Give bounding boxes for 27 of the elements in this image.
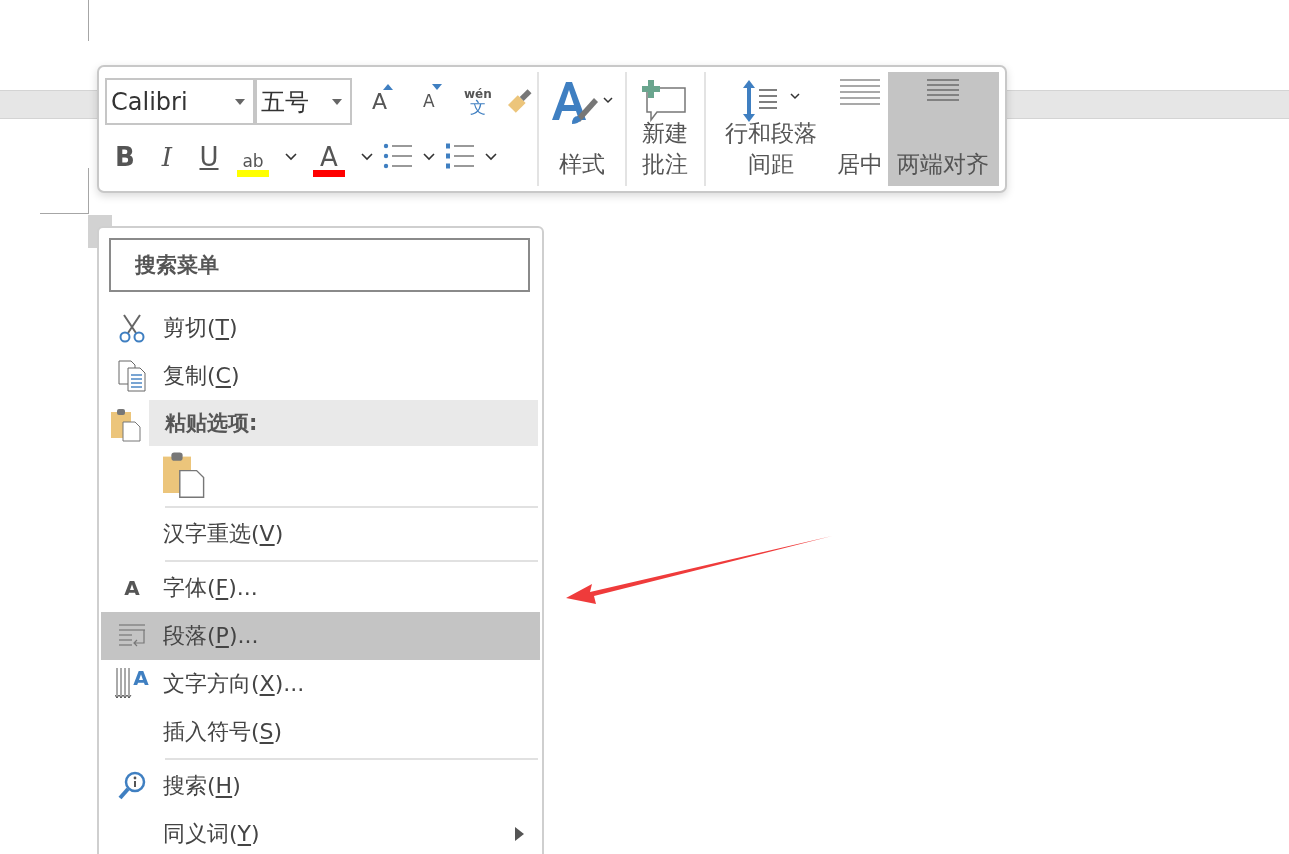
menu-item[interactable]: 剪切(T) [101,304,540,352]
italic-button[interactable]: I [147,144,187,170]
menu-item[interactable]: A 文字方向(X)... [101,660,540,708]
paste-options-header: 粘贴选项: [149,400,538,446]
ribbon-button[interactable]: 居中 [831,72,888,186]
highlight-button[interactable]: ab [231,135,275,179]
search-menu-field[interactable]: 搜索菜单 [109,238,530,292]
underline-button[interactable]: U [189,144,229,170]
menu-item[interactable]: 插入符号(S) [101,708,540,756]
ribbon-button[interactable]: 新建批注 [630,72,701,186]
menu-item[interactable]: 搜索(H) [101,762,540,810]
phonetic-guide-button[interactable]: wén 文 [456,79,500,124]
font-icon: A [124,578,140,598]
font-name-field[interactable]: Calibri [105,78,256,125]
font-size-field[interactable]: 五号 [255,78,352,125]
shrink-font-button[interactable]: A [407,79,451,124]
menu-item[interactable]: 段落(P)... [101,612,540,660]
ribbon-button[interactable]: 样式 [543,72,621,186]
bold-button[interactable]: B [105,144,145,170]
ribbon-button[interactable]: 行和段落间距 [710,72,832,186]
menu-item[interactable]: 汉字重选(V) [101,510,540,558]
grow-font-button[interactable]: A [357,79,402,124]
menu-item[interactable]: 同义词(Y) [101,810,540,854]
menu-item[interactable]: A 字体(F)... [101,564,540,612]
menu-item[interactable]: 复制(C) [101,352,540,400]
ribbon-button[interactable]: 两端对齐 [887,72,999,186]
font-color-button[interactable]: A [307,135,351,179]
